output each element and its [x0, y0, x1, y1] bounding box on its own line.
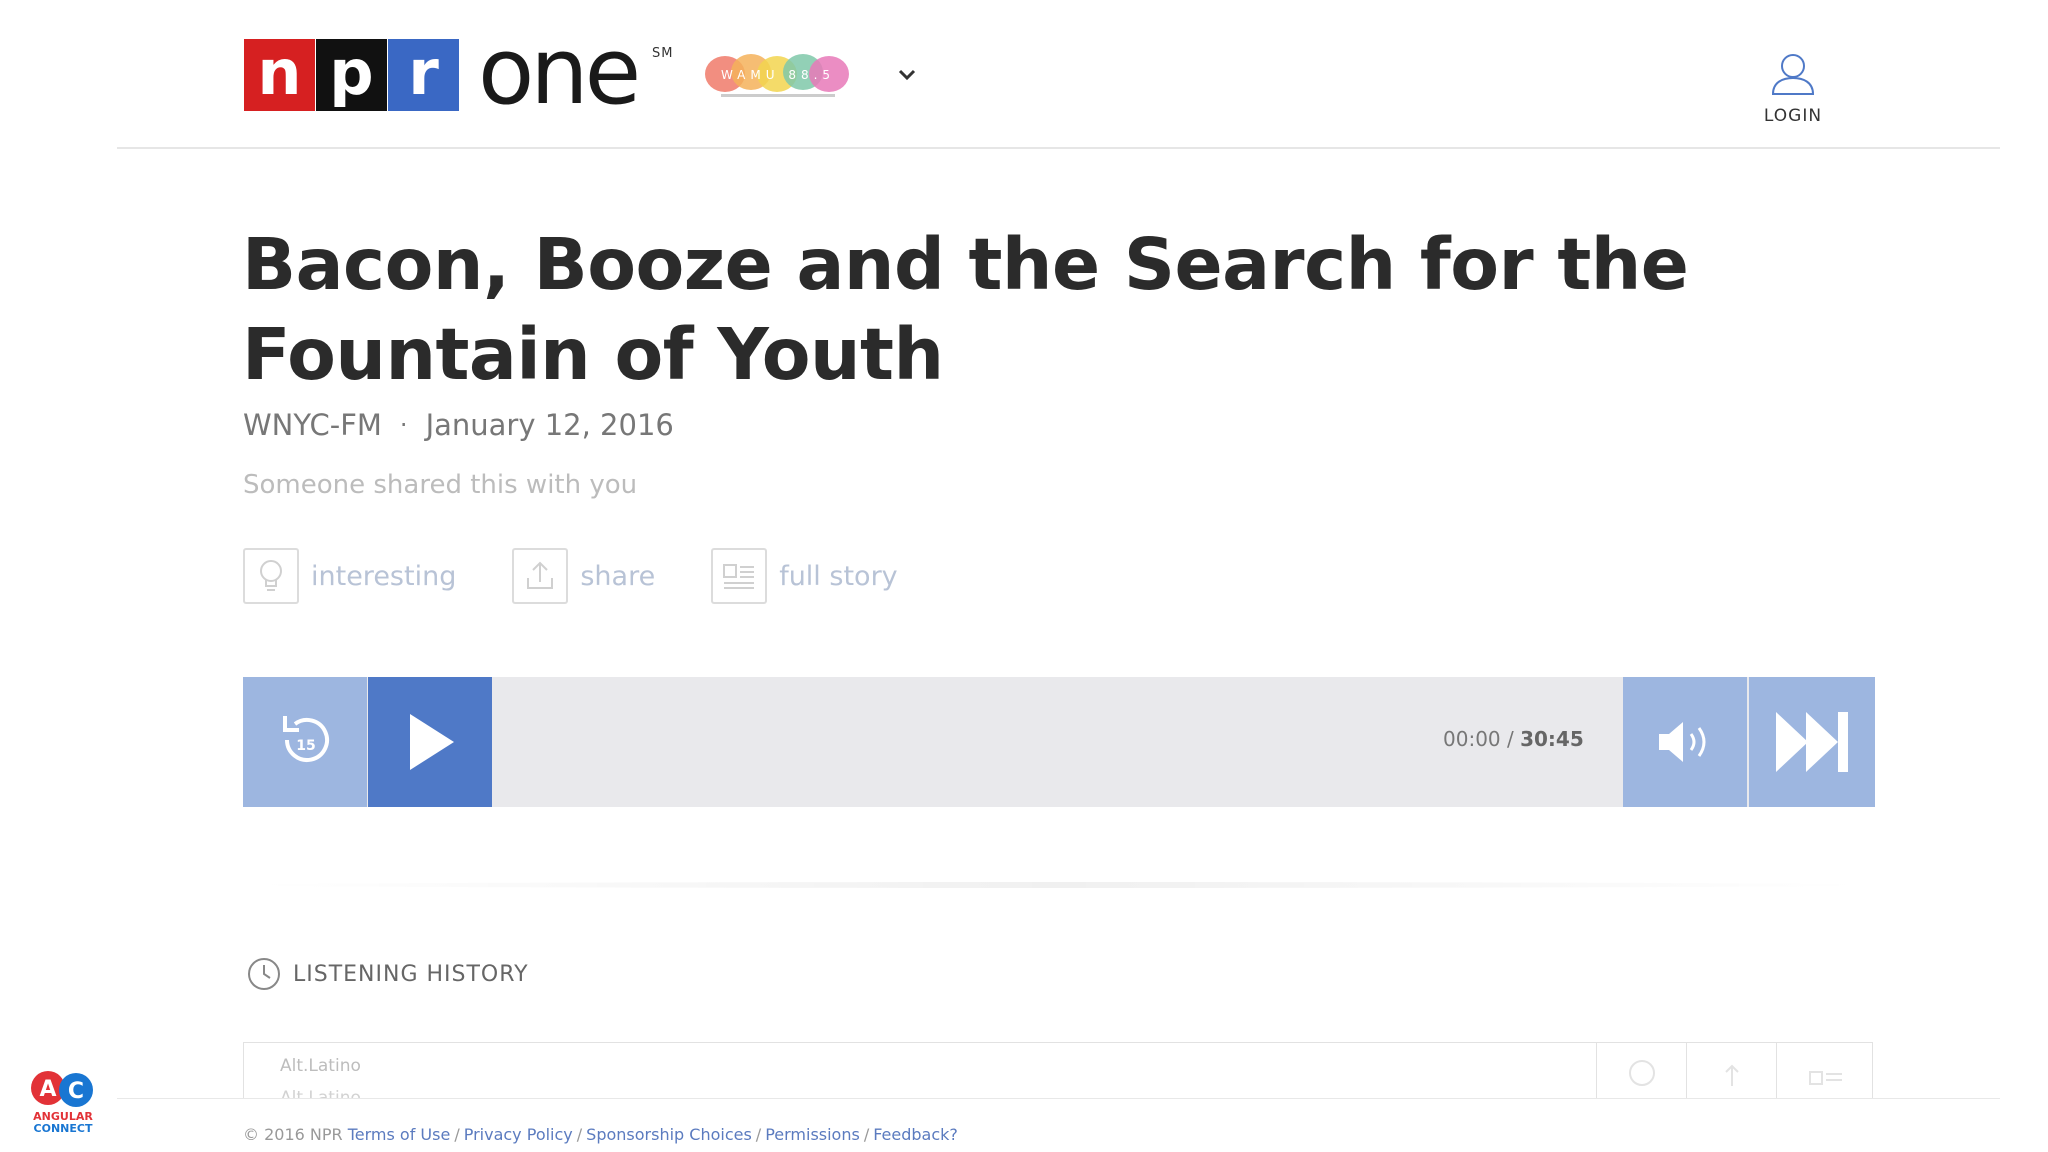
- history-item-program: Alt.Latino: [280, 1056, 361, 1076]
- login-label: LOGIN: [1763, 106, 1823, 126]
- story-title: Bacon, Booze and the Search for the Foun…: [242, 223, 1689, 396]
- share-button[interactable]: share: [512, 548, 655, 604]
- npr-logo-r: r: [388, 39, 459, 111]
- story-actions: interesting share full story: [243, 547, 954, 605]
- history-interesting-button[interactable]: [1596, 1043, 1686, 1102]
- login-button[interactable]: LOGIN: [1756, 50, 1830, 130]
- time-separator: /: [1500, 727, 1521, 751]
- service-mark: SM: [652, 46, 674, 61]
- svg-text:C: C: [68, 1079, 84, 1104]
- clock-icon: [248, 958, 280, 990]
- share-icon: [1724, 1064, 1739, 1086]
- full-story-label: full story: [779, 560, 898, 592]
- current-time: 00:00: [1443, 727, 1501, 751]
- station-logo[interactable]: WAMU 88.5: [703, 50, 853, 102]
- footer-separator: /: [755, 1125, 762, 1144]
- listening-history-label: LISTENING HISTORY: [293, 961, 529, 987]
- site-header: n p r one SM WAMU 88.5 LOGIN: [0, 0, 2048, 148]
- npr-logo-n: n: [244, 39, 315, 111]
- npr-logo[interactable]: n p r: [244, 39, 459, 111]
- lightbulb-icon: [1628, 1060, 1655, 1086]
- user-icon: [1771, 54, 1815, 95]
- feedback-link[interactable]: Feedback?: [873, 1125, 958, 1144]
- play-button[interactable]: [368, 677, 492, 807]
- history-item[interactable]: Alt.Latino Alt.Latino: [243, 1042, 1873, 1102]
- footer-links: © 2016 NPR Terms of Use / Privacy Policy / S…: [243, 1125, 958, 1144]
- story-date: January 12, 2016: [425, 408, 674, 442]
- rewind-15-button[interactable]: 15: [243, 677, 367, 807]
- privacy-policy-link[interactable]: Privacy Policy: [464, 1125, 573, 1144]
- shared-note: Someone shared this with you: [243, 470, 638, 500]
- angular-connect-logo: A C ANGULAR CONNECT: [31, 1071, 93, 1135]
- interesting-button[interactable]: interesting: [243, 548, 456, 604]
- footer-separator: /: [863, 1125, 870, 1144]
- footer-divider: [117, 1098, 2000, 1099]
- svg-text:CONNECT: CONNECT: [34, 1122, 93, 1135]
- volume-icon: [1659, 722, 1706, 762]
- share-label: share: [580, 560, 656, 592]
- audio-player: 15 00:00 / 30:45: [243, 677, 1875, 807]
- rewind-seconds: 15: [296, 738, 315, 754]
- article-icon: [1808, 1071, 1842, 1085]
- npr-one-wordmark: one: [478, 18, 641, 125]
- station-logo-text: WAMU 88.5: [721, 68, 835, 82]
- copyright: © 2016 NPR: [243, 1125, 343, 1144]
- skip-forward-icon: [1776, 712, 1848, 772]
- chevron-down-icon[interactable]: [895, 63, 919, 87]
- listening-history-header: LISTENING HISTORY: [247, 957, 529, 991]
- story-meta: WNYC-FM · January 12, 2016: [243, 408, 674, 442]
- share-icon: [512, 548, 569, 604]
- volume-button[interactable]: [1623, 677, 1747, 807]
- article-icon: [711, 548, 768, 604]
- total-time: 30:45: [1520, 727, 1584, 751]
- meta-separator: ·: [399, 411, 408, 439]
- site-footer: © 2016 NPR Terms of Use / Privacy Policy / S…: [0, 1098, 2048, 1152]
- terms-of-use-link[interactable]: Terms of Use: [348, 1125, 451, 1144]
- story-source[interactable]: WNYC-FM: [243, 408, 382, 442]
- svg-text:A: A: [39, 1077, 56, 1102]
- footer-separator: /: [454, 1125, 460, 1144]
- section-divider: [243, 882, 1875, 888]
- history-share-button[interactable]: [1686, 1043, 1776, 1102]
- interesting-label: interesting: [311, 560, 457, 592]
- npr-logo-p: p: [316, 39, 387, 111]
- header-divider: [117, 147, 2000, 149]
- time-display: 00:00 / 30:45: [1443, 727, 1584, 751]
- history-full-story-button[interactable]: [1776, 1043, 1872, 1102]
- play-icon: [410, 714, 454, 770]
- footer-separator: /: [576, 1125, 583, 1144]
- permissions-link[interactable]: Permissions: [765, 1125, 860, 1144]
- sponsorship-choices-link[interactable]: Sponsorship Choices: [586, 1125, 752, 1144]
- full-story-button[interactable]: full story: [711, 548, 898, 604]
- lightbulb-icon: [243, 548, 299, 604]
- skip-button[interactable]: [1749, 677, 1875, 807]
- rewind-icon: 15: [283, 716, 329, 762]
